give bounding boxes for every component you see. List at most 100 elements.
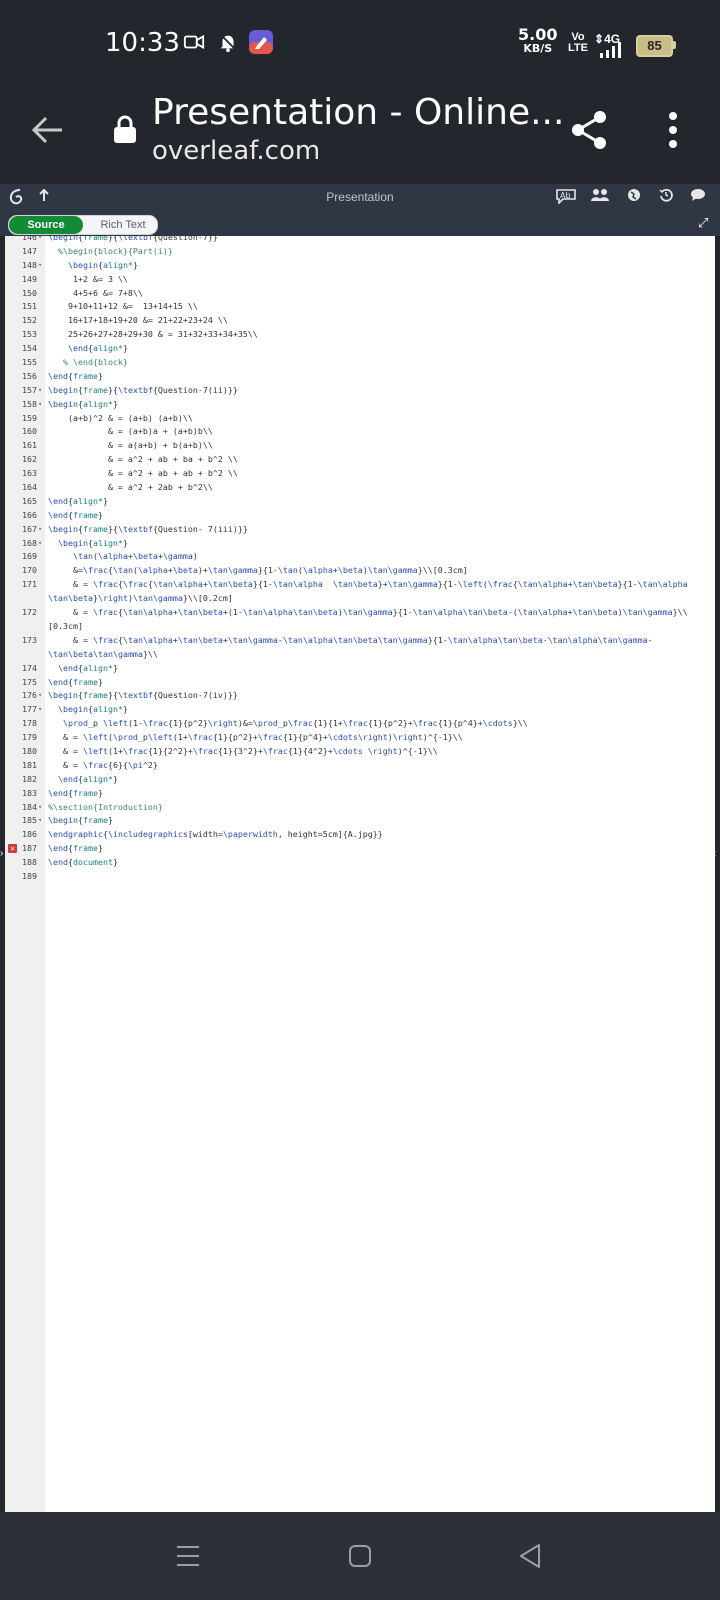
recent-apps-icon[interactable] — [176, 1544, 200, 1568]
line-number: 186 — [22, 829, 37, 840]
chat-icon[interactable] — [688, 188, 708, 208]
code-line[interactable]: 148 ▾ \begin{align*} — [5, 259, 715, 273]
back-arrow-icon[interactable] — [28, 110, 68, 150]
code-line[interactable]: 167 ▾ \begin{frame}{\textbf{Question- 7(ii… — [5, 523, 715, 537]
code-line[interactable]: ✕ 187 \end{frame} — [5, 842, 715, 856]
history-icon[interactable] — [656, 188, 676, 208]
code-line[interactable]: 180 & = \left(1+\frac{1}{2^2}+\frac{1}{3… — [5, 745, 715, 759]
fold-toggle-icon[interactable]: ▾ — [38, 236, 42, 245]
fold-toggle-icon[interactable]: ▾ — [38, 801, 42, 815]
review-icon[interactable]: Ab — [554, 188, 578, 208]
line-number: 173 — [22, 634, 37, 645]
code-line[interactable]: 173 & = \frac{\tan\alpha+\tan\beta+\tan\… — [5, 634, 715, 662]
line-number: 161 — [22, 440, 37, 451]
signal-icon — [600, 42, 621, 58]
line-number: 154 — [22, 343, 37, 354]
code-line[interactable]: 149 1+2 &= 3 \\ — [5, 273, 715, 287]
code-line[interactable]: 171 & = \frac{\frac{\tan\alpha+\tan\beta… — [5, 578, 715, 606]
code-line[interactable]: 175 \end{frame} — [5, 676, 715, 690]
fold-toggle-icon[interactable]: ▾ — [38, 814, 42, 828]
code-line[interactable]: 152 16+17+18+19+20 &= 21+22+23+24 \\ — [5, 314, 715, 328]
rich-text-mode-button[interactable]: Rich Text — [89, 216, 157, 234]
left-edge-arrow-icon[interactable]: › — [0, 848, 3, 859]
lock-icon[interactable] — [112, 114, 138, 144]
code-line[interactable]: 156 \end{frame} — [5, 370, 715, 384]
line-number: 187 — [22, 843, 37, 854]
fold-toggle-icon[interactable]: ▾ — [38, 689, 42, 703]
code-line[interactable]: 177 ▾ \begin{align*} — [5, 703, 715, 717]
globe-icon[interactable] — [624, 188, 644, 208]
code-line[interactable]: 161 & = a(a+b) + b(a+b)\\ — [5, 439, 715, 453]
code-line[interactable]: 165 \end{align*} — [5, 495, 715, 509]
code-line[interactable]: 154 \end{align*} — [5, 342, 715, 356]
code-line[interactable]: 155 % \end{block} — [5, 356, 715, 370]
code-line[interactable]: 159 (a+b)^2 & = (a+b) (a+b)\\ — [5, 412, 715, 426]
line-number: 146 — [22, 236, 37, 242]
code-line[interactable]: 182 \end{align*} — [5, 773, 715, 787]
code-line[interactable]: 179 & = \left(\prod_p\left(1+\frac{1}{p^… — [5, 731, 715, 745]
editor-mode-bar: Source Rich Text ⤢ — [0, 212, 720, 236]
fold-toggle-icon[interactable]: ▾ — [38, 384, 42, 398]
fold-toggle-icon[interactable]: ▾ — [38, 523, 42, 537]
code-line[interactable]: 168 ▾ \begin{align*} — [5, 537, 715, 551]
code-text: 9+10+11+12 &= 13+14+15 \\ — [48, 301, 198, 312]
fold-toggle-icon[interactable]: ▾ — [38, 537, 42, 551]
share-icon[interactable] — [568, 108, 610, 152]
code-line[interactable]: 160 & = (a+b)a + (a+b)b\\ — [5, 425, 715, 439]
code-line[interactable]: 153 25+26+27+28+29+30 & = 31+32+33+34+35… — [5, 328, 715, 342]
source-mode-button[interactable]: Source — [9, 216, 83, 234]
code-line[interactable]: 178 \prod_p \left(1-\frac{1}{p^2}\right)… — [5, 717, 715, 731]
code-text: \end{frame} — [48, 843, 103, 854]
code-line[interactable]: 163 & = a^2 + ab + ab + b^2 \\ — [5, 467, 715, 481]
code-text: \begin{align*} — [58, 704, 128, 715]
code-line[interactable]: 166 \end{frame} — [5, 509, 715, 523]
code-line[interactable]: 146 ▾ \begin{frame}{\textbf{Question-7}} — [5, 236, 715, 245]
code-editor[interactable]: 146 ▾ \begin{frame}{\textbf{Question-7}} 14… — [5, 236, 715, 1512]
line-number: 172 — [22, 607, 37, 618]
code-line[interactable]: 176 ▾ \begin{frame}{\textbf{Question-7(iv)… — [5, 689, 715, 703]
network-speed: 5.00 KB/S — [518, 25, 558, 56]
fold-toggle-icon[interactable]: ▾ — [38, 703, 42, 717]
code-line[interactable]: 162 & = a^2 + ab + ba + b^2 \\ — [5, 453, 715, 467]
code-line[interactable]: 164 & = a^2 + 2ab + b^2\\ — [5, 481, 715, 495]
code-line[interactable]: 157 ▾ \begin{frame}{\textbf{Question-7(ii)… — [5, 384, 715, 398]
line-number: 147 — [22, 245, 37, 256]
home-icon[interactable] — [348, 1544, 372, 1568]
share-users-icon[interactable] — [590, 188, 610, 208]
code-line[interactable]: 169 \tan(\alpha+\beta+\gamma) — [5, 550, 715, 564]
expand-icon[interactable]: ⤢ — [698, 216, 712, 230]
code-text: \begin{align*} — [58, 537, 128, 548]
code-text: & = \frac{\tan\alpha+\tan\beta+(1-\tan\a… — [48, 607, 693, 631]
code-line[interactable]: 184 ▾ %\section{Introduction} — [5, 801, 715, 815]
code-line[interactable]: 189 — [5, 870, 715, 884]
battery-indicator: 85 — [636, 35, 673, 57]
right-edge-arrow-icon[interactable]: ‹ — [713, 848, 716, 859]
code-line[interactable]: 147 %\begin{block}{Part(i)} — [5, 245, 715, 259]
code-line[interactable]: 188 \end{document} — [5, 856, 715, 870]
code-text: & = \left(\prod_p\left(1+\frac{1}{p^2}+\… — [48, 732, 463, 743]
code-text: & = \left(1+\frac{1}{2^2}+\frac{1}{3^2}+… — [48, 746, 438, 756]
code-line[interactable]: 186 \endgraphic{\includegraphics[width=\p… — [5, 828, 715, 842]
code-line[interactable]: 158 ▾ \begin{align*} — [5, 398, 715, 412]
fold-toggle-icon[interactable]: ▾ — [38, 259, 42, 273]
nav-back-icon[interactable] — [518, 1542, 542, 1570]
code-line[interactable]: 151 9+10+11+12 &= 13+14+15 \\ — [5, 300, 715, 314]
code-text: \begin{frame}{\textbf{Question-7}} — [48, 236, 218, 242]
page-domain[interactable]: overleaf.com — [152, 136, 320, 166]
code-text: & = a^2 + 2ab + b^2\\ — [48, 482, 213, 493]
editor-mode-toggle[interactable]: Source Rich Text — [8, 215, 158, 235]
code-text: % \end{block} — [48, 357, 128, 368]
code-line[interactable]: 181 & = \frac{6}{\pi^2} — [5, 759, 715, 773]
fold-toggle-icon[interactable]: ▾ — [38, 398, 42, 412]
page-title[interactable]: Presentation - Online... — [152, 92, 564, 133]
code-line[interactable]: 150 4+5+6 &= 7+8\\ — [5, 287, 715, 301]
code-line[interactable]: 174 \end{align*} — [5, 662, 715, 676]
code-line[interactable]: 172 & = \frac{\tan\alpha+\tan\beta+(1-\t… — [5, 606, 715, 634]
code-line[interactable]: 183 \end{frame} — [5, 787, 715, 801]
line-number: 179 — [22, 732, 37, 743]
line-number: 164 — [22, 482, 37, 493]
code-line[interactable]: 185 ▾ \begin{frame} — [5, 814, 715, 828]
more-options-icon[interactable] — [664, 110, 682, 150]
code-line[interactable]: 170 &=\frac{\tan(\alpha+\beta)+\tan\gamm… — [5, 564, 715, 578]
alarm-off-icon — [219, 33, 237, 53]
